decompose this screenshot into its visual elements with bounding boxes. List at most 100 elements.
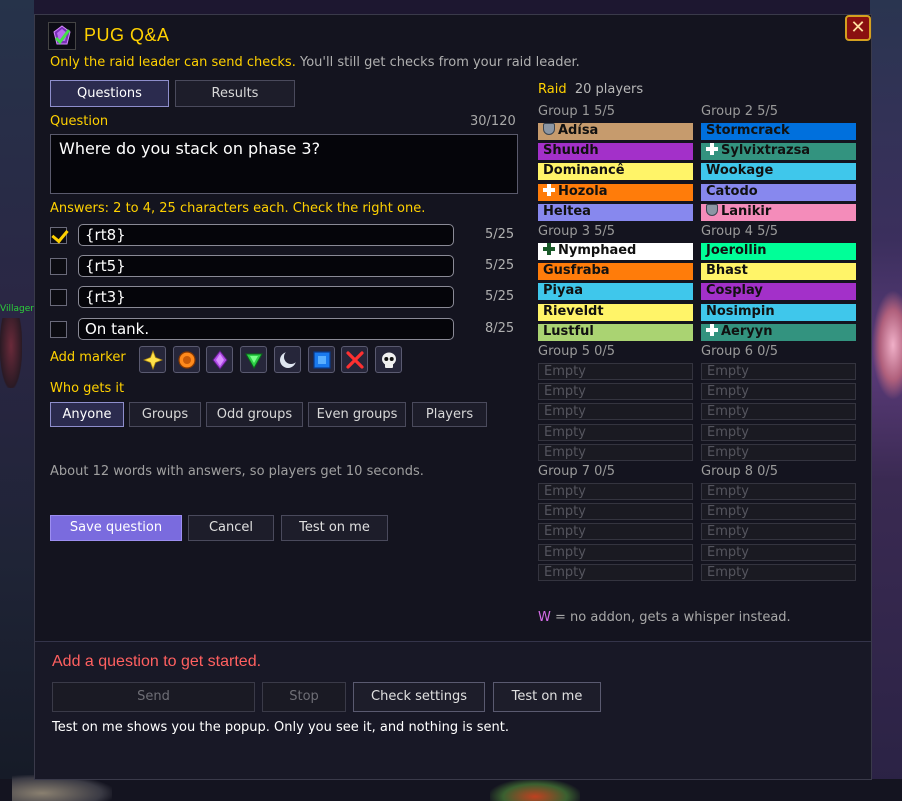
square-icon[interactable] — [308, 346, 335, 373]
raid-member-slot[interactable]: Gusfraba — [538, 263, 693, 280]
question-input[interactable]: Where do you stack on phase 3? — [50, 134, 518, 194]
answer-correct-checkbox[interactable] — [50, 258, 67, 275]
raid-member-slot[interactable]: Sylvixtrazsa — [701, 143, 856, 160]
raid-member-slot[interactable]: Catodo — [701, 184, 856, 201]
raid-member-slot[interactable]: Wookage — [701, 163, 856, 180]
raid-member-slot[interactable]: Aeryyn — [701, 324, 856, 341]
raid-member-name: Dominancê — [543, 163, 625, 178]
tank-role-icon — [706, 204, 718, 216]
footer-test-on-me-button[interactable]: Test on me — [493, 682, 601, 712]
close-button[interactable]: ✕ — [845, 15, 871, 41]
empty-raid-slot: Empty — [701, 503, 856, 520]
empty-raid-slot: Empty — [538, 383, 693, 400]
status-message: Add a question to get started. — [52, 653, 262, 670]
stop-button[interactable]: Stop — [262, 682, 346, 712]
game-background-bottom — [0, 779, 902, 801]
send-button[interactable]: Send — [52, 682, 255, 712]
raid-member-slot[interactable]: Cosplay — [701, 283, 856, 300]
addon-logo-icon — [48, 22, 76, 50]
circle-icon[interactable] — [173, 346, 200, 373]
answer-char-counter: 5/25 — [485, 289, 515, 304]
recipients-anyone-button[interactable]: Anyone — [50, 402, 124, 427]
moon-icon[interactable] — [274, 346, 301, 373]
raid-member-name: Gusfraba — [543, 263, 610, 278]
group-label: Group 6 0/5 — [701, 344, 779, 359]
empty-raid-slot: Empty — [538, 544, 693, 561]
recipients-even-groups-button[interactable]: Even groups — [308, 402, 406, 427]
answer-input[interactable]: {rt3} — [78, 286, 454, 308]
answer-correct-checkbox[interactable] — [50, 289, 67, 306]
raid-player-count: 20 players — [574, 82, 644, 97]
healer-role-icon — [706, 143, 718, 155]
recipients-groups-button[interactable]: Groups — [129, 402, 201, 427]
triangle-icon[interactable] — [240, 346, 267, 373]
raid-member-slot[interactable]: Rieveldt — [538, 304, 693, 321]
group-label: Group 1 5/5 — [538, 104, 616, 119]
whisper-legend-text: = no addon, gets a whisper instead. — [555, 610, 791, 625]
answer-input[interactable]: {rt8} — [78, 224, 454, 246]
question-char-counter: 30/120 — [470, 114, 516, 129]
raid-member-name: Adísa — [558, 123, 599, 138]
healer-role-icon — [543, 184, 555, 196]
raid-member-slot[interactable]: Stormcrack — [701, 123, 856, 140]
check-settings-button[interactable]: Check settings — [353, 682, 485, 712]
raid-member-slot[interactable]: Hozola — [538, 184, 693, 201]
raid-member-name: Aeryyn — [721, 324, 773, 339]
save-question-button[interactable]: Save question — [50, 515, 182, 541]
question-label: Question — [50, 114, 109, 129]
raid-member-name: Catodo — [706, 184, 758, 199]
raid-member-slot[interactable]: Heltea — [538, 204, 693, 221]
raid-member-slot[interactable]: Nymphaed — [538, 243, 693, 260]
tab-questions[interactable]: Questions — [50, 80, 169, 107]
empty-raid-slot: Empty — [701, 523, 856, 540]
empty-raid-slot: Empty — [538, 483, 693, 500]
who-gets-it-label: Who gets it — [50, 381, 125, 396]
star-icon[interactable] — [139, 346, 166, 373]
skull-icon[interactable] — [375, 346, 402, 373]
tab-results[interactable]: Results — [175, 80, 295, 107]
empty-raid-slot: Empty — [701, 444, 856, 461]
cross-icon[interactable] — [341, 346, 368, 373]
answer-char-counter: 5/25 — [485, 227, 515, 242]
empty-raid-slot: Empty — [701, 424, 856, 441]
healer-role-icon — [706, 324, 718, 336]
whisper-marker: W — [538, 610, 551, 625]
answer-row: {rt8} 5/25 — [50, 224, 520, 246]
raid-member-name: Rieveldt — [543, 304, 604, 319]
empty-raid-slot: Empty — [701, 564, 856, 581]
answer-input[interactable]: On tank. — [78, 318, 454, 340]
empty-raid-slot: Empty — [701, 403, 856, 420]
raid-member-name: Nymphaed — [558, 243, 637, 258]
answer-correct-checkbox[interactable] — [50, 321, 67, 338]
raid-member-slot[interactable]: Dominancê — [538, 163, 693, 180]
raid-member-slot[interactable]: Nosimpin — [701, 304, 856, 321]
raid-member-slot[interactable]: Shuudh — [538, 143, 693, 160]
answers-label: Answers: 2 to 4, 25 characters each. Che… — [50, 201, 426, 216]
raid-member-name: Bhast — [706, 263, 748, 278]
raid-member-slot[interactable]: Lustful — [538, 324, 693, 341]
raid-member-slot[interactable]: Joerollin — [701, 243, 856, 260]
cancel-button[interactable]: Cancel — [188, 515, 274, 541]
raid-member-slot[interactable]: Piyaa — [538, 283, 693, 300]
group-label: Group 7 0/5 — [538, 464, 616, 479]
recipients-odd-groups-button[interactable]: Odd groups — [206, 402, 303, 427]
test-on-me-button[interactable]: Test on me — [281, 515, 388, 541]
raid-member-slot[interactable]: Bhast — [701, 263, 856, 280]
window-title: PUG Q&A — [84, 25, 170, 45]
raid-member-name: Nosimpin — [706, 304, 775, 319]
empty-raid-slot: Empty — [538, 503, 693, 520]
tank-role-icon — [543, 123, 555, 135]
group-label: Group 8 0/5 — [701, 464, 779, 479]
empty-raid-slot: Empty — [538, 444, 693, 461]
answer-input[interactable]: {rt5} — [78, 255, 454, 277]
raid-member-name: Hozola — [558, 184, 608, 199]
recipients-players-button[interactable]: Players — [412, 402, 487, 427]
answer-correct-checkbox[interactable] — [50, 227, 67, 244]
raid-member-slot[interactable]: Lanikir — [701, 204, 856, 221]
raid-title: Raid — [538, 82, 567, 97]
raid-member-slot[interactable]: Adísa — [538, 123, 693, 140]
diamond-icon[interactable] — [206, 346, 233, 373]
group-label: Group 2 5/5 — [701, 104, 779, 119]
answer-row: {rt3} 5/25 — [50, 286, 520, 308]
answer-row: On tank. 8/25 — [50, 318, 520, 340]
